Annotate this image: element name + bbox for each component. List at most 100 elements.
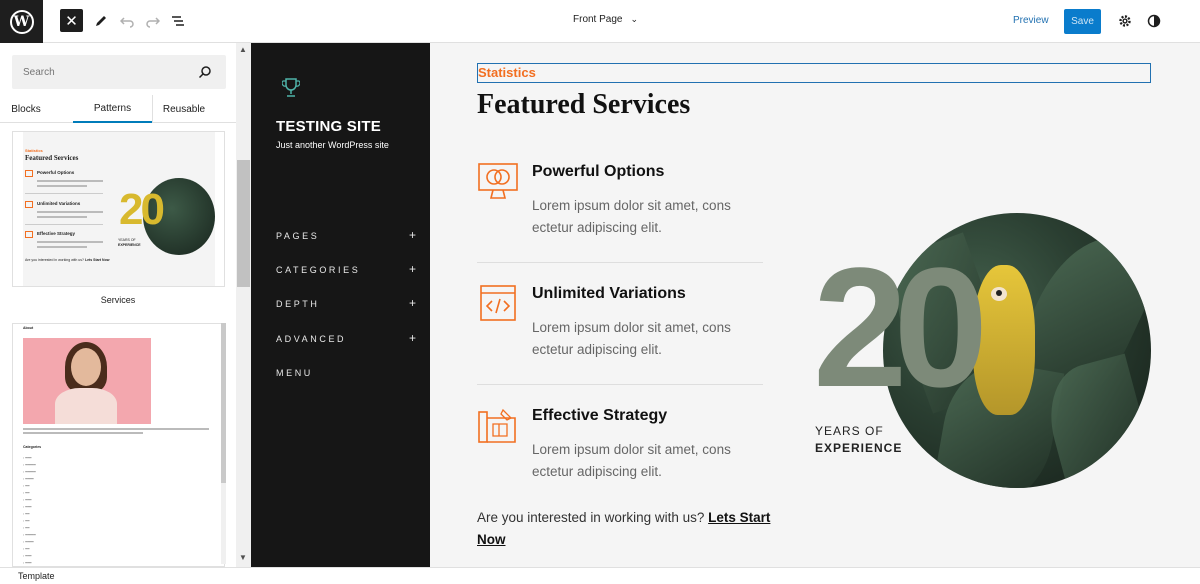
mini-text-line xyxy=(37,246,87,248)
breadcrumb[interactable]: Template xyxy=(18,571,55,581)
plus-icon[interactable]: + xyxy=(409,331,416,345)
mini-categories-heading: Categories xyxy=(23,445,42,449)
mini-eyebrow: Statistics xyxy=(25,148,43,153)
list-item: ▫ ━━━ xyxy=(23,498,32,502)
document-title-dropdown[interactable]: Front Page ⌄ xyxy=(573,14,638,25)
mini-text-line xyxy=(37,180,103,182)
undo-icon xyxy=(120,17,134,28)
mini-text-line xyxy=(23,432,143,434)
blueprint-icon xyxy=(478,408,516,443)
redo-button[interactable] xyxy=(141,9,165,33)
list-item: ▫ ━━ xyxy=(23,519,30,523)
statistics-eyebrow[interactable]: Statistics xyxy=(477,63,1151,83)
code-window-icon xyxy=(480,285,516,321)
list-view-icon xyxy=(172,16,184,26)
pattern-thumbnail: About Categories ▫ ━━━ ▫ ━━━━━ ▫ ━━━━━ ▫… xyxy=(23,324,215,566)
list-item: ▫ ━━━ xyxy=(23,505,32,509)
editor-footer: Template xyxy=(0,567,1200,584)
list-item: ▫ ━━━━━ xyxy=(23,463,36,467)
wordpress-icon: W xyxy=(9,9,34,34)
mini-text-line xyxy=(37,216,87,218)
mini-divider xyxy=(25,193,103,194)
bird-shape xyxy=(973,265,1035,415)
tab-blocks[interactable]: Blocks xyxy=(0,95,52,123)
list-item: ▫ ━━ xyxy=(23,512,30,516)
sidebar-scrollbar[interactable]: ▲ ▼ xyxy=(236,43,251,567)
tab-patterns[interactable]: Patterns xyxy=(73,95,152,123)
nav-item-menu[interactable]: MENU xyxy=(276,368,416,378)
pattern-preview-services[interactable]: Statistics Featured Services Powerful Op… xyxy=(12,131,225,287)
mini-item: Effective Strategy xyxy=(25,231,75,238)
close-icon: ✕ xyxy=(65,12,78,30)
mini-title: Featured Services xyxy=(25,154,79,162)
pattern-preview-about[interactable]: About Categories ▫ ━━━ ▫ ━━━━━ ▫ ━━━━━ ▫… xyxy=(12,323,225,567)
mini-text-line xyxy=(37,185,87,187)
plus-icon[interactable]: + xyxy=(409,296,416,310)
styles-button[interactable] xyxy=(1142,9,1166,33)
wordpress-logo-button[interactable]: W xyxy=(0,0,43,43)
list-item: ▫ ━━━ xyxy=(23,456,32,460)
preview-button[interactable]: Preview xyxy=(1013,15,1049,26)
pencil-icon xyxy=(96,16,106,26)
monitor-icon xyxy=(478,163,518,199)
nav-item-advanced[interactable]: ADVANCED + xyxy=(276,331,416,345)
mini-years-label: YEARS OF EXPERIENCE xyxy=(118,238,141,247)
tools-button[interactable] xyxy=(89,9,113,33)
undo-button[interactable] xyxy=(115,9,139,33)
plus-icon[interactable]: + xyxy=(409,228,416,242)
mini-item: Unlimited Variations xyxy=(25,201,80,208)
inserter-search[interactable] xyxy=(12,55,226,89)
service-divider xyxy=(477,384,763,385)
gear-icon xyxy=(1119,15,1131,27)
search-icon xyxy=(198,66,211,79)
inserter-tabs: Blocks Patterns Reusable xyxy=(0,95,236,123)
service-title[interactable]: Effective Strategy xyxy=(532,407,667,425)
service-description[interactable]: Lorem ipsum dolor sit amet, cons ectetur… xyxy=(532,439,772,483)
list-item: ▫ ━━ xyxy=(23,491,30,495)
section-title[interactable]: Featured Services xyxy=(477,89,690,121)
site-header-sidebar: TESTING SITE Just another WordPress site… xyxy=(251,43,430,567)
scroll-down-icon[interactable]: ▼ xyxy=(239,553,247,562)
service-description[interactable]: Lorem ipsum dolor sit amet, cons ectetur… xyxy=(532,317,772,361)
mini-item: Powerful Options xyxy=(25,170,74,177)
nav-item-depth[interactable]: DEPTH + xyxy=(276,296,416,310)
list-item: ▫ ━━━ xyxy=(23,561,32,565)
mini-text-line xyxy=(37,211,103,213)
years-label[interactable]: YEARS OF xyxy=(815,424,884,438)
plus-icon[interactable]: + xyxy=(409,262,416,276)
list-item: ▫ ━━━ xyxy=(23,554,32,558)
nav-item-pages[interactable]: PAGES + xyxy=(276,228,416,242)
save-button[interactable]: Save xyxy=(1064,9,1101,34)
search-input[interactable] xyxy=(12,55,182,89)
monitor-icon xyxy=(25,170,33,177)
tab-reusable[interactable]: Reusable xyxy=(153,95,215,123)
pattern-scrollbar[interactable] xyxy=(221,323,226,564)
list-item: ▫ ━━ xyxy=(23,526,30,530)
close-inserter-button[interactable]: ✕ xyxy=(60,9,83,32)
site-tagline: Just another WordPress site xyxy=(276,140,389,150)
service-title[interactable]: Unlimited Variations xyxy=(532,285,686,303)
list-view-button[interactable] xyxy=(166,9,190,33)
service-title[interactable]: Powerful Options xyxy=(532,163,664,181)
blueprint-icon xyxy=(25,231,33,238)
years-number[interactable]: 20 xyxy=(813,243,988,413)
scroll-up-icon[interactable]: ▲ xyxy=(239,45,247,54)
experience-label[interactable]: EXPERIENCE xyxy=(815,441,902,455)
cta-paragraph[interactable]: Are you interested in working with us? L… xyxy=(477,507,777,551)
block-inserter-panel: Blocks Patterns Reusable Statistics Feat… xyxy=(0,43,236,567)
service-description[interactable]: Lorem ipsum dolor sit amet, cons ectetur… xyxy=(532,195,772,239)
half-circle-icon xyxy=(1147,14,1161,28)
pattern-thumbnail: Statistics Featured Services Powerful Op… xyxy=(23,132,215,286)
settings-button[interactable] xyxy=(1113,9,1137,33)
mini-text-line xyxy=(23,428,209,430)
services-section: Statistics Featured Services Powerful Op… xyxy=(430,43,1200,567)
redo-icon xyxy=(146,17,160,28)
site-title[interactable]: TESTING SITE xyxy=(276,118,381,135)
scrollbar-thumb[interactable] xyxy=(237,160,250,287)
nav-item-categories[interactable]: CATEGORIES + xyxy=(276,262,416,276)
mini-years-number: 20 xyxy=(119,185,165,234)
cta-text: Are you interested in working with us? xyxy=(477,510,705,525)
chevron-down-icon: ⌄ xyxy=(630,14,639,24)
list-item: ▫ ━━ xyxy=(23,484,30,488)
list-item: ▫ ━━━━━ xyxy=(23,533,36,537)
